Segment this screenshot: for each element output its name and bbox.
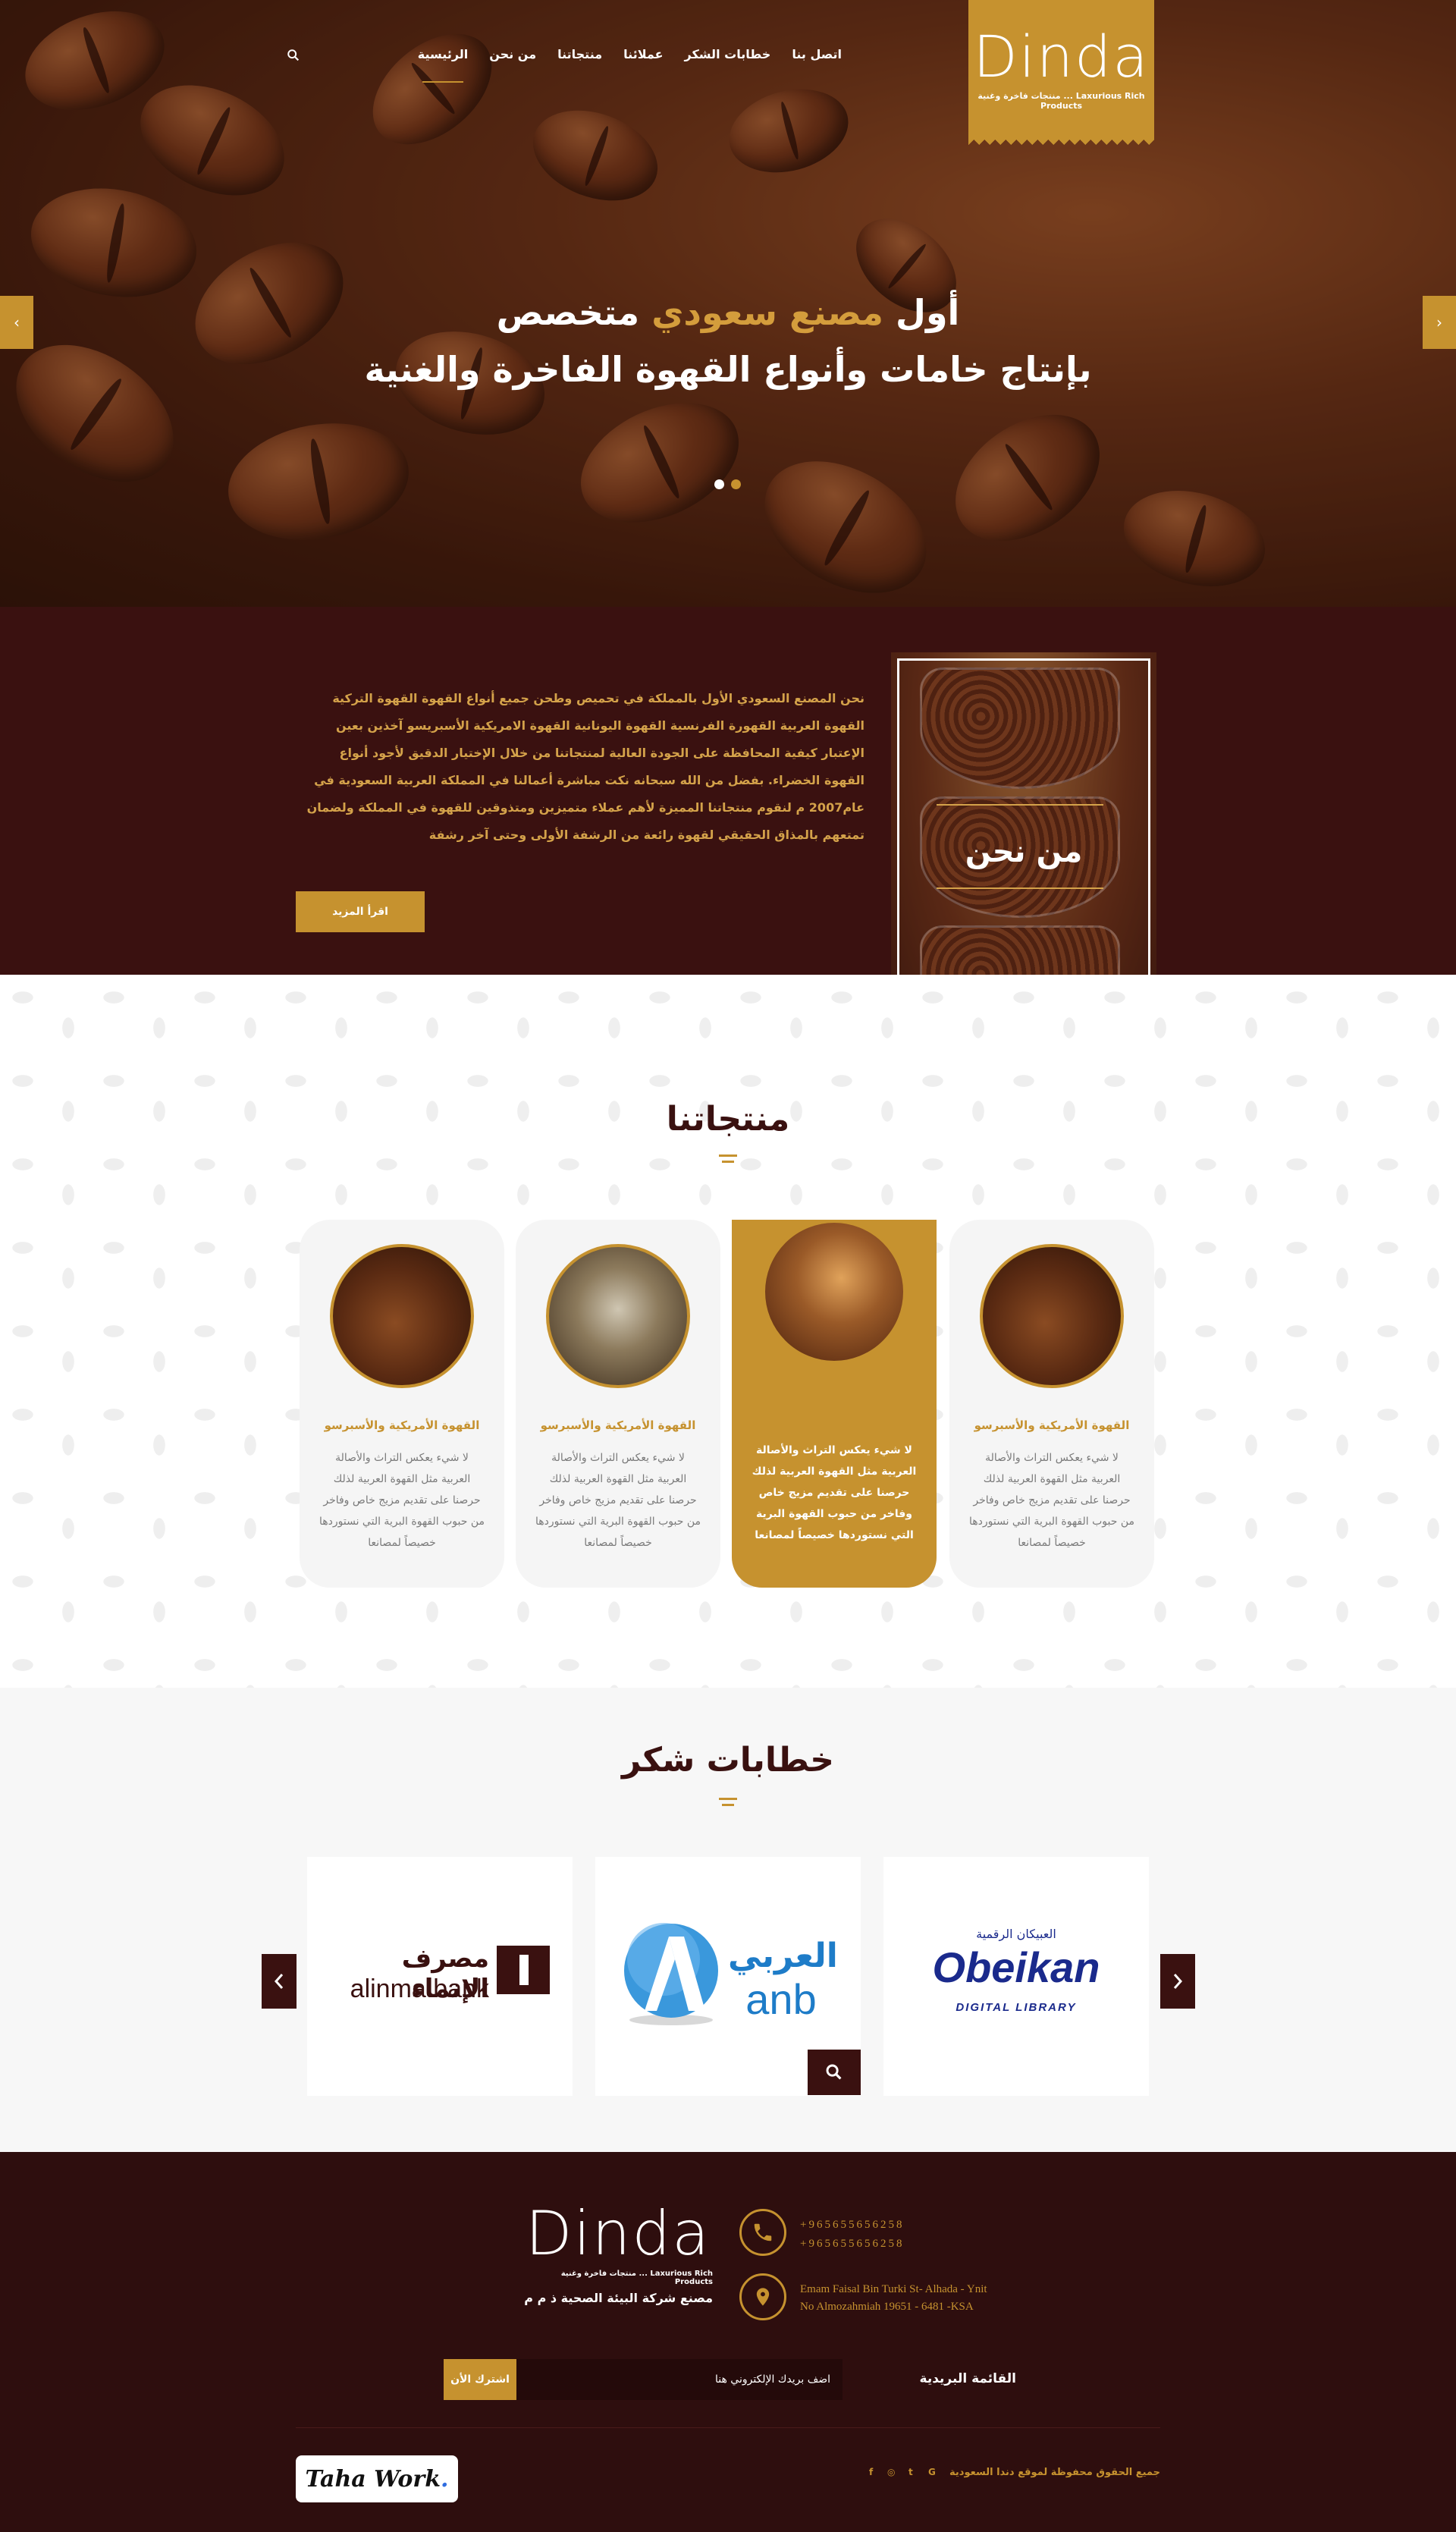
hero-heading-suffix: متخصص	[496, 292, 640, 333]
ornament-divider	[937, 804, 1103, 806]
zoom-button[interactable]	[808, 2050, 861, 2095]
product-description: لا شيء يعكس التراث والأصالة العربية مثل …	[969, 1452, 1134, 1549]
site-footer	[0, 2152, 1456, 2532]
chevron-right-icon	[1173, 1974, 1183, 1989]
nav-item-about[interactable]: من نحن	[489, 47, 536, 61]
title-underline	[719, 1798, 737, 1800]
logo-tagline: منتجات فاخرة وغنية ... Laxurious Rich Pr…	[977, 91, 1145, 111]
footer-divider	[296, 2427, 1160, 2428]
slider-dot[interactable]	[731, 479, 741, 489]
product-name: القهوة الأمريكية والأسبرسو	[974, 1418, 1130, 1432]
product-name: القهوة الأمريكية والأسبرسو	[540, 1418, 696, 1432]
footer-company-name: مصنع شركة البيئة الصحية ذ م م	[524, 2291, 713, 2305]
carousel-next-button[interactable]	[1160, 1954, 1195, 2009]
phone-icon	[739, 2209, 786, 2256]
nav-item-products[interactable]: منتجاتنا	[557, 47, 602, 61]
read-more-button[interactable]: اقرأ المزيد	[296, 891, 425, 932]
product-image	[762, 1220, 906, 1364]
product-card[interactable]: القهوة الأمريكية والأسبرسو لا شيء يعكس ا…	[516, 1220, 720, 1588]
hero-heading-highlight: مصنع سعودي	[651, 292, 884, 333]
copyright-text: جميع الحقوق محفوظة لموقع دندا السعودية	[949, 2467, 1160, 2478]
products-title: منتجاتنا	[666, 1100, 790, 1139]
search-icon	[826, 2064, 842, 2080]
footer-address-2: No Almozahmiah 19651 - 6481 -KSA	[800, 2301, 974, 2313]
alinma-logo-mark	[497, 1946, 550, 1994]
product-name: القهوة الأمريكية والأسبرسو	[324, 1418, 480, 1432]
chevron-left-icon	[274, 1974, 284, 1989]
anb-name-en: anb	[745, 1975, 817, 2023]
footer-address-1: Emam Faisal Bin Turki St- Alhada - Ynit	[800, 2283, 987, 2295]
anb-logo-mark	[624, 1923, 718, 2025]
google-icon[interactable]: G	[928, 2467, 936, 2477]
product-description: لا شيء يعكس التراث والأصالة العربية مثل …	[319, 1452, 485, 1549]
footer-logo-tagline: منتجات فاخرة وغنية ... Laxurious Rich Pr…	[560, 2270, 713, 2286]
obeikan-subtitle: DIGITAL LIBRARY	[956, 2001, 1077, 2014]
taha-work-badge[interactable]: Taha Work.	[296, 2455, 458, 2502]
anb-name-ar: العربي	[728, 1937, 838, 1975]
title-underline	[719, 1154, 737, 1157]
hero-slider: Dinda منتجات فاخرة وغنية ... Laxurious R…	[0, 0, 1456, 607]
product-description: لا شيء يعكس التراث والأصالة العربية مثل …	[752, 1444, 917, 1541]
search-icon[interactable]	[287, 49, 300, 62]
thanks-letters-title: خطابات شكر	[622, 1741, 834, 1780]
alinma-name-en: alinma bank	[350, 1974, 489, 2003]
location-pin-icon	[739, 2273, 786, 2320]
slider-dot-active[interactable]	[714, 479, 724, 489]
obeikan-name-en: Obeikan	[932, 1943, 1100, 1991]
footer-phone-2[interactable]: +965655656258	[800, 2238, 904, 2251]
nav-item-clients[interactable]: عملائنا	[623, 47, 663, 61]
nav-item-contact[interactable]: اتصل بنا	[792, 47, 842, 61]
client-logo-card[interactable]: مصرف الإنماء alinma bank	[307, 1857, 573, 2096]
site-logo[interactable]: Dinda منتجات فاخرة وغنية ... Laxurious R…	[968, 0, 1154, 145]
client-logo-card[interactable]: العبيكان الرقمية Obeikan DIGITAL LIBRARY	[883, 1857, 1149, 2096]
newsletter-label: القائمة البريدية	[919, 2371, 1016, 2386]
carousel-prev-button[interactable]	[262, 1954, 297, 2009]
product-image	[546, 1244, 690, 1388]
nav-item-home[interactable]: الرئيسية	[418, 47, 468, 83]
product-card-featured[interactable]: لا شيء يعكس التراث والأصالة العربية مثل …	[732, 1220, 937, 1588]
twitter-icon[interactable]: t	[908, 2467, 913, 2477]
ornament-divider	[937, 887, 1103, 889]
footer-logo[interactable]: Dinda	[523, 2198, 713, 2269]
product-card[interactable]: القهوة الأمريكية والأسبرسو لا شيء يعكس ا…	[300, 1220, 504, 1588]
title-underline	[722, 1804, 734, 1806]
subscribe-button[interactable]: اشترك الأن	[444, 2359, 516, 2400]
product-description: لا شيء يعكس التراث والأصالة العربية مثل …	[535, 1452, 701, 1549]
product-card[interactable]: القهوة الأمريكية والأسبرسو لا شيء يعكس ا…	[949, 1220, 1154, 1588]
product-image	[980, 1244, 1124, 1388]
about-paragraph: نحن المصنع السعودي الأول بالمملكة في تحم…	[306, 691, 864, 842]
obeikan-name-ar: العبيكان الرقمية	[976, 1927, 1056, 1941]
logo-wordmark: Dinda	[973, 23, 1150, 90]
products-section	[0, 975, 1456, 1688]
newsletter-email-input[interactable]	[516, 2359, 843, 2400]
product-image	[330, 1244, 474, 1388]
about-title: من نحن	[965, 834, 1083, 869]
hero-heading-prefix: أول	[896, 292, 960, 333]
instagram-icon[interactable]: ◎	[887, 2467, 895, 2477]
title-underline	[722, 1161, 734, 1163]
footer-phone-1[interactable]: +965655656258	[800, 2219, 904, 2232]
hero-heading-line2: بإنتاج خامات وأنواع القهوة الفاخرة والغن…	[364, 349, 1092, 390]
hero-heading-line1: أول مصنع سعودي متخصص	[0, 292, 1456, 333]
nav-item-thanks-letters[interactable]: خطابات الشكر	[685, 47, 771, 61]
facebook-icon[interactable]: f	[869, 2467, 873, 2477]
main-nav: الرئيسية من نحن منتجاتنا عملائنا خطابات …	[418, 47, 842, 83]
